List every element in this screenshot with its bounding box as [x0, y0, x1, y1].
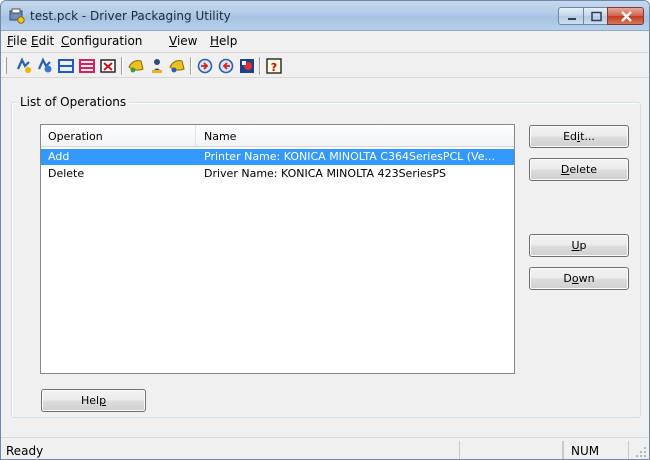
main-window: test.pck - Driver Packaging Utility File… [0, 0, 650, 460]
menu-file[interactable]: File [7, 34, 27, 48]
num-lock-indicator: NUM [571, 444, 600, 458]
status-bar: Ready NUM [1, 437, 649, 459]
save-package-icon[interactable] [57, 57, 75, 75]
list-row[interactable]: Delete Driver Name: KONICA MINOLTA 423Se… [41, 166, 514, 182]
toolbar-separator [259, 57, 261, 75]
menu-help[interactable]: Help [210, 34, 237, 48]
row-name: Driver Name: KONICA MINOLTA 423SeriesPS [204, 167, 447, 180]
row-operation: Delete [48, 167, 85, 180]
list-row[interactable]: Add Printer Name: KONICA MINOLTA C364Ser… [41, 149, 514, 165]
menu-bar: File Edit Configuration View Help [1, 32, 649, 51]
window-title: test.pck - Driver Packaging Utility [30, 9, 231, 23]
menu-edit[interactable]: Edit [31, 34, 54, 48]
app-icon [9, 8, 25, 24]
menu-configuration[interactable]: Configuration [61, 34, 142, 48]
column-header-operation[interactable]: Operation [48, 130, 103, 143]
add-driver-icon[interactable] [127, 57, 145, 75]
new-package-icon[interactable] [15, 57, 33, 75]
maximize-button[interactable] [583, 7, 608, 25]
import-icon[interactable] [196, 57, 214, 75]
column-divider[interactable] [195, 125, 196, 146]
up-button[interactable]: Up [529, 234, 629, 257]
column-header-name[interactable]: Name [204, 130, 236, 143]
add-printer-icon[interactable] [168, 57, 186, 75]
title-bar[interactable]: test.pck - Driver Packaging Utility [1, 1, 649, 31]
minimize-button[interactable] [558, 7, 584, 25]
help-icon[interactable]: ? [265, 57, 283, 75]
delete-button[interactable]: Delete [529, 158, 629, 181]
open-package-icon[interactable] [36, 57, 54, 75]
save-as-icon[interactable] [78, 57, 96, 75]
operations-list[interactable]: Operation Name Add Printer Name: KONICA … [40, 124, 515, 374]
resize-grip-icon[interactable] [635, 446, 647, 458]
build-icon[interactable] [238, 57, 256, 75]
group-label: List of Operations [17, 95, 130, 109]
close-icon [621, 11, 632, 22]
toolbar-separator [190, 57, 192, 75]
minimize-icon [568, 18, 576, 20]
row-operation: Add [48, 150, 70, 163]
maximize-icon [591, 11, 602, 22]
help-button[interactable]: Help [41, 389, 146, 412]
close-button[interactable] [607, 7, 644, 25]
toolbar-grip[interactable] [4, 57, 7, 74]
toolbar-separator [121, 57, 123, 75]
toolbar: ? [1, 52, 649, 78]
row-name: Printer Name: KONICA MINOLTA C364SeriesP… [204, 150, 495, 163]
status-text: Ready [6, 444, 44, 458]
svg-text:?: ? [271, 61, 277, 74]
close-package-icon[interactable] [99, 57, 117, 75]
list-header: Operation Name [41, 125, 514, 147]
edit-button[interactable]: Edit... [529, 125, 629, 148]
down-button[interactable]: Down [529, 267, 629, 290]
status-panel [459, 441, 563, 459]
menu-view[interactable]: View [169, 34, 197, 48]
user-icon[interactable] [148, 57, 166, 75]
export-icon[interactable] [217, 57, 235, 75]
